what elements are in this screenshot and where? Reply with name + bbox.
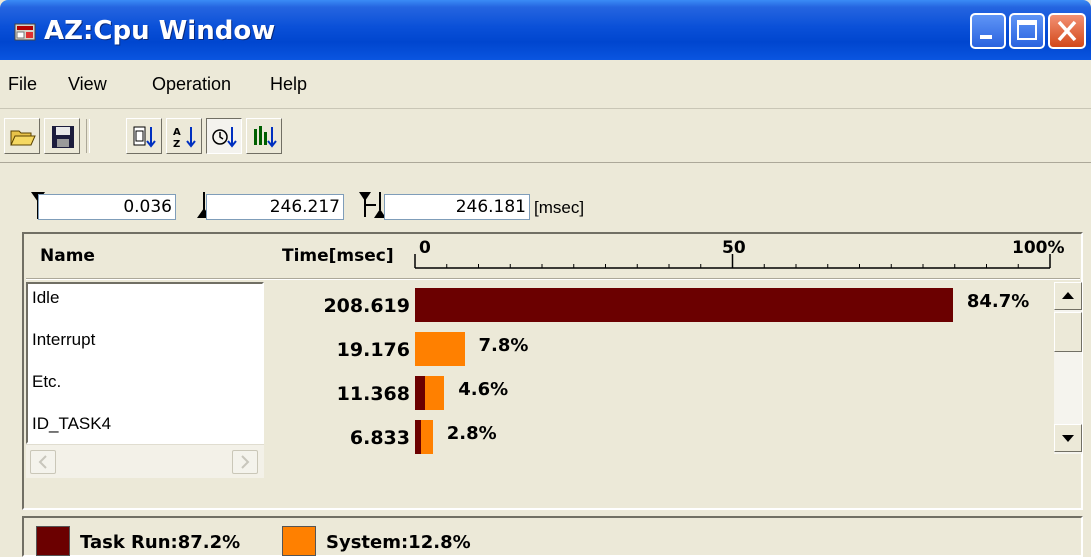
vertical-scrollbar[interactable]: [1054, 282, 1082, 454]
time-value: 6.833: [349, 427, 410, 449]
percent-label: 2.8%: [446, 423, 497, 444]
task-run-segment: [415, 376, 426, 410]
scroll-left-button[interactable]: [30, 450, 56, 474]
list-item[interactable]: ID_TASK4: [32, 414, 111, 434]
cpu-window: AZ:Cpu Window File View Operation Help A…: [0, 0, 1091, 557]
row-bar: [415, 376, 445, 410]
time-value: 208.619: [323, 295, 410, 317]
list-item[interactable]: Etc.: [32, 372, 61, 392]
row-bar: [415, 420, 433, 454]
chevron-right-icon: [241, 455, 250, 469]
percent-label: 7.8%: [478, 335, 529, 356]
list-item[interactable]: Interrupt: [32, 330, 95, 350]
task-run-segment: [415, 288, 953, 322]
time-value: 11.368: [336, 383, 410, 405]
horizontal-scrollbar[interactable]: [26, 444, 264, 478]
time-value: 19.176: [336, 339, 410, 361]
triangle-up-icon: [1062, 292, 1074, 299]
list-item[interactable]: Idle: [32, 288, 59, 308]
system-segment: [420, 420, 433, 454]
triangle-down-icon: [1062, 435, 1074, 442]
scroll-right-button[interactable]: [232, 450, 258, 474]
system-segment: [425, 376, 445, 410]
scroll-thumb[interactable]: [1054, 312, 1082, 352]
task-name-list[interactable]: Idle Interrupt Etc. ID_TASK4: [26, 282, 264, 444]
percent-label: 84.7%: [966, 291, 1030, 312]
legend-label-system: System:12.8%: [326, 532, 471, 553]
percent-label: 4.6%: [458, 379, 509, 400]
system-segment: [415, 332, 465, 366]
legend-swatch-task-run: [36, 526, 70, 556]
legend-label-task-run: Task Run:87.2%: [80, 532, 241, 553]
chevron-left-icon: [38, 455, 47, 469]
legend-swatch-system: [282, 526, 316, 556]
row-bar: [415, 332, 465, 366]
scroll-up-button[interactable]: [1054, 282, 1082, 310]
row-bar: [415, 288, 953, 322]
scroll-down-button[interactable]: [1054, 424, 1082, 452]
